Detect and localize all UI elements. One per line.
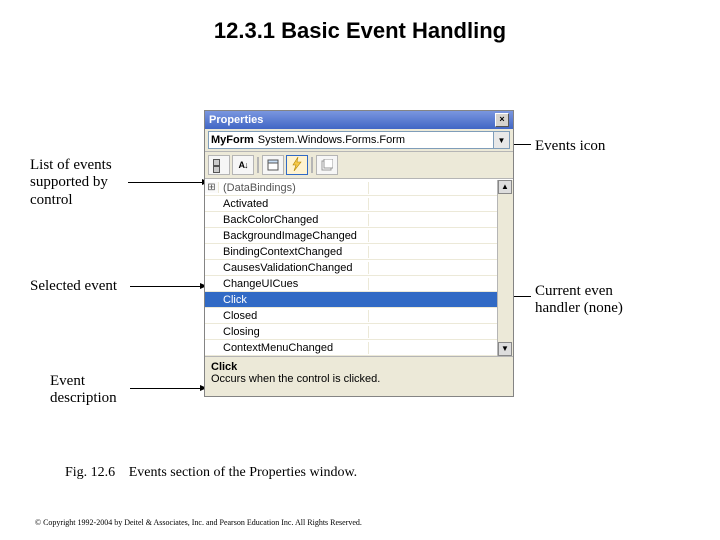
property-pages-button[interactable] xyxy=(316,155,338,175)
event-row[interactable]: Closing xyxy=(205,324,497,340)
event-name: Closing xyxy=(219,326,369,338)
panel-toolbar: A↓ xyxy=(205,152,513,179)
event-name: CausesValidationChanged xyxy=(219,262,369,274)
categorized-button[interactable] xyxy=(208,155,230,175)
object-name: MyForm xyxy=(211,134,254,146)
description-text: Occurs when the control is clicked. xyxy=(211,373,507,385)
annot-list-of-events: List of events supported by control xyxy=(30,157,112,209)
object-selector[interactable]: MyForm System.Windows.Forms.Form xyxy=(208,131,494,149)
properties-icon xyxy=(267,159,279,171)
description-pane: Click Occurs when the control is clicked… xyxy=(205,356,513,396)
copyright-line: © Copyright 1992-2004 by Deitel & Associ… xyxy=(35,518,362,527)
events-icon xyxy=(291,157,303,174)
annot-events-icon: Events icon xyxy=(535,138,605,155)
object-type: System.Windows.Forms.Form xyxy=(258,134,405,146)
scroll-up-icon[interactable]: ▲ xyxy=(498,180,512,194)
event-name: ContextMenuChanged xyxy=(219,342,369,354)
event-name: Click xyxy=(219,294,369,306)
property-pages-icon xyxy=(321,159,333,171)
event-row[interactable]: BindingContextChanged xyxy=(205,244,497,260)
panel-titlebar[interactable]: Properties × xyxy=(205,111,513,129)
event-row-selected[interactable]: Click xyxy=(205,292,497,308)
event-row[interactable]: ChangeUICues xyxy=(205,276,497,292)
description-title: Click xyxy=(211,361,507,373)
callout-line xyxy=(128,182,208,183)
alphabetical-button[interactable]: A↓ xyxy=(232,155,254,175)
event-name: ChangeUICues xyxy=(219,278,369,290)
figure-text: Events section of the Properties window. xyxy=(129,465,358,480)
row-expander[interactable]: ⊞ xyxy=(205,182,219,193)
event-name: BindingContextChanged xyxy=(219,246,369,258)
properties-button[interactable] xyxy=(262,155,284,175)
page-title: 12.3.1 Basic Event Handling xyxy=(0,18,720,44)
annot-current-handler: Current even handler (none) xyxy=(535,283,623,318)
events-button[interactable] xyxy=(286,155,308,175)
figure-number: Fig. 12.6 xyxy=(65,465,115,480)
chevron-down-icon[interactable]: ▼ xyxy=(494,131,510,149)
event-name: Closed xyxy=(219,310,369,322)
event-row[interactable]: ⊞(DataBindings) xyxy=(205,180,497,196)
event-row[interactable]: BackgroundImageChanged xyxy=(205,228,497,244)
event-row[interactable]: BackColorChanged xyxy=(205,212,497,228)
callout-line xyxy=(130,388,206,389)
figure-caption: Fig. 12.6 Events section of the Properti… xyxy=(65,465,357,481)
event-row[interactable]: CausesValidationChanged xyxy=(205,260,497,276)
close-icon[interactable]: × xyxy=(495,113,509,127)
categorized-icon xyxy=(213,159,225,171)
events-grid: ⊞(DataBindings) Activated BackColorChanged… xyxy=(205,179,513,356)
event-row[interactable]: Activated xyxy=(205,196,497,212)
divider xyxy=(311,157,313,173)
callout-line xyxy=(130,286,206,287)
event-row[interactable]: Closed xyxy=(205,308,497,324)
event-name: (DataBindings) xyxy=(219,182,369,194)
event-row[interactable]: ContextMenuChanged xyxy=(205,340,497,356)
divider xyxy=(257,157,259,173)
annot-selected-event: Selected event xyxy=(30,278,117,295)
scroll-down-icon[interactable]: ▼ xyxy=(498,342,512,356)
events-grid-body: ⊞(DataBindings) Activated BackColorChanged… xyxy=(205,180,497,356)
annot-event-description: Event description xyxy=(50,373,117,408)
event-name: BackColorChanged xyxy=(219,214,369,226)
event-name: BackgroundImageChanged xyxy=(219,230,369,242)
scrollbar[interactable]: ▲ ▼ xyxy=(497,180,513,356)
panel-title: Properties xyxy=(209,114,263,126)
alphabetical-icon: A↓ xyxy=(239,160,248,170)
object-selector-row: MyForm System.Windows.Forms.Form ▼ xyxy=(205,129,513,152)
event-name: Activated xyxy=(219,198,369,210)
properties-panel: Properties × MyForm System.Windows.Forms… xyxy=(204,110,514,397)
